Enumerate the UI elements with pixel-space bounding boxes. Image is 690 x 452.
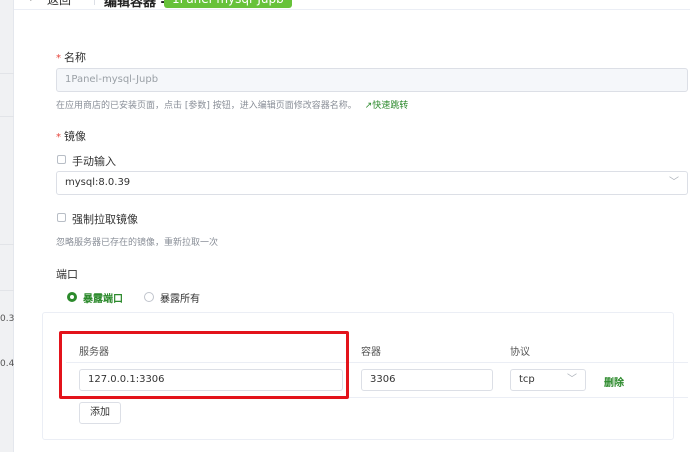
- name-input[interactable]: 1Panel-mysql-Jupb: [56, 68, 688, 92]
- background-page-strip: 0.3 0.4: [0, 0, 14, 452]
- name-help: 在应用商店的已安装页面，点击 [参数] 按钮，进入编辑页面修改容器名称。 ↗快速跳…: [56, 98, 408, 111]
- ports-label: 端口: [56, 268, 78, 281]
- container-port-input[interactable]: 3306: [361, 369, 493, 391]
- expose-port-label: 暴露端口: [83, 294, 123, 305]
- chevron-down-icon: ﹀: [669, 177, 679, 188]
- image-select[interactable]: mysql:8.0.39 ﹀: [56, 171, 688, 195]
- force-pull-label: 强制拉取镜像: [72, 213, 138, 226]
- manual-input-label: 手动输入: [72, 155, 116, 168]
- image-label: * 镜像: [56, 128, 86, 144]
- chevron-down-icon: ﹀: [567, 374, 577, 385]
- background-row-divider: [0, 244, 14, 245]
- manual-input-checkbox[interactable]: [57, 155, 66, 164]
- force-pull-help: 忽略服务器已存在的镜像，重新拉取一次: [56, 238, 219, 248]
- server-port-input[interactable]: 127.0.0.1:3306: [79, 369, 343, 391]
- delete-row-button[interactable]: 删除: [604, 374, 624, 389]
- required-marker: *: [56, 132, 61, 143]
- background-row-divider: [0, 290, 14, 291]
- protocol-select-value: tcp: [519, 374, 535, 385]
- expose-port-radio[interactable]: [67, 292, 77, 302]
- background-row-value: 0.3: [0, 314, 15, 324]
- page-title: 编辑容器 -: [104, 0, 166, 10]
- container-name-tag: 1Panel-mysql-Jupb: [164, 0, 292, 8]
- expose-all-label: 暴露所有: [160, 294, 200, 305]
- container-column-header: 容器: [361, 347, 381, 358]
- drawer-header: ← 返回 编辑容器 - 1Panel-mysql-Jupb: [14, 0, 690, 10]
- table-row-divider: [66, 397, 688, 398]
- required-marker: *: [56, 53, 61, 64]
- expose-all-radio[interactable]: [144, 292, 154, 302]
- arrow-left-icon[interactable]: ←: [28, 0, 38, 5]
- name-label: * 名称: [56, 49, 86, 65]
- image-label-text: 镜像: [64, 130, 86, 143]
- protocol-select[interactable]: tcp ﹀: [510, 369, 586, 391]
- background-row-divider: [0, 73, 14, 74]
- protocol-column-header: 协议: [510, 347, 530, 358]
- add-port-button[interactable]: 添加: [79, 402, 121, 424]
- background-row-divider: [0, 116, 14, 117]
- image-select-value: mysql:8.0.39: [65, 177, 131, 188]
- name-help-text: 在应用商店的已安装页面，点击 [参数] 按钮，进入编辑页面修改容器名称。: [56, 101, 357, 111]
- quick-jump-link[interactable]: ↗快速跳转: [365, 101, 409, 111]
- header-divider: [94, 0, 95, 5]
- table-header-divider: [66, 362, 688, 363]
- background-row-value: 0.4: [0, 359, 15, 369]
- force-pull-checkbox[interactable]: [57, 213, 66, 222]
- name-label-text: 名称: [64, 51, 86, 64]
- server-column-header: 服务器: [79, 347, 109, 358]
- back-button[interactable]: 返回: [47, 0, 71, 8]
